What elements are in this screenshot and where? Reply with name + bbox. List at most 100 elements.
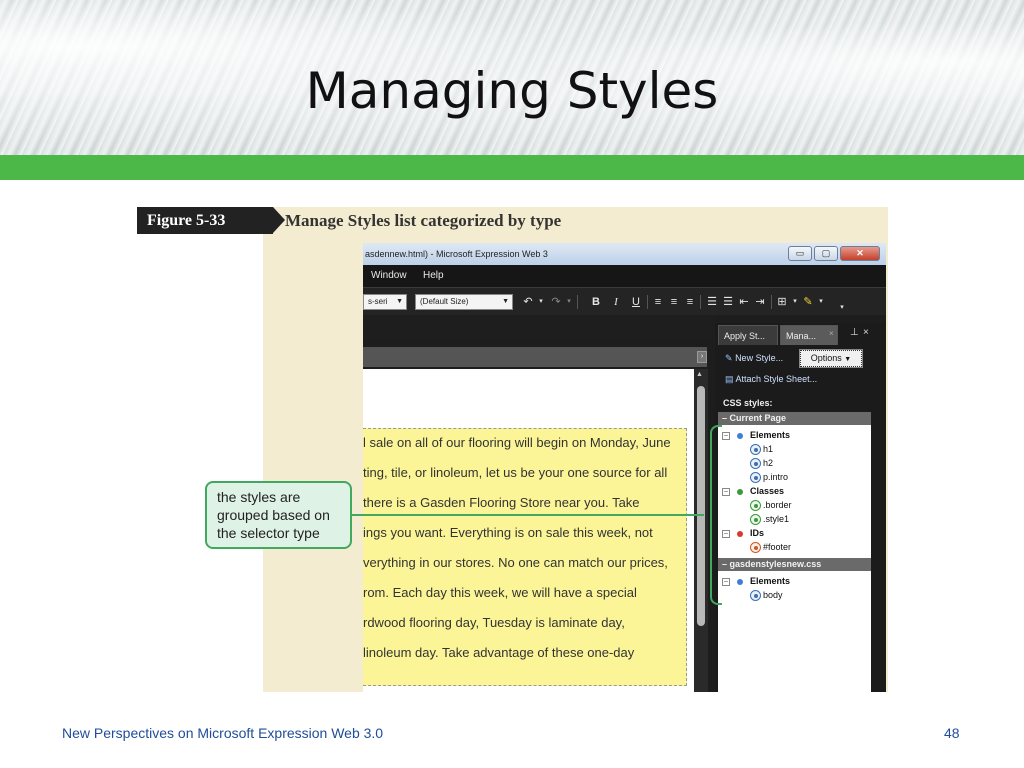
style-h2[interactable]: h2 xyxy=(763,457,773,470)
attach-sheet-icon: ▤ xyxy=(725,374,734,384)
maximize-button[interactable]: ▢ xyxy=(814,246,838,261)
collapse-toggle-icon[interactable]: – xyxy=(722,530,730,538)
borders-dropdown-icon[interactable]: ▾ xyxy=(791,294,799,310)
borders-icon[interactable]: ⊞ xyxy=(775,294,789,310)
callout-note: the styles are grouped based on the sele… xyxy=(205,481,352,549)
toolbar-separator xyxy=(647,295,648,309)
document-tab-bar xyxy=(363,347,707,367)
toolbar-separator xyxy=(700,295,701,309)
bulleted-list-icon[interactable]: ☰ xyxy=(721,294,735,310)
options-button[interactable]: Options ▼ xyxy=(799,349,863,368)
paragraph-line: l sale on all of our flooring will begin… xyxy=(363,435,671,450)
scroll-up-icon[interactable]: ▲ xyxy=(696,371,703,378)
font-family-value: s-seri xyxy=(368,297,388,306)
group-ids[interactable]: IDs xyxy=(750,527,764,540)
window-titlebar: asdennew.html) - Microsoft Expression We… xyxy=(363,243,886,265)
app-screenshot: asdennew.html) - Microsoft Expression We… xyxy=(363,243,886,692)
page-number: 48 xyxy=(944,725,960,741)
undo-dropdown-icon[interactable]: ▾ xyxy=(537,294,545,310)
undo-icon[interactable]: ↶ xyxy=(521,294,535,310)
group-classes[interactable]: Classes xyxy=(750,485,784,498)
numbered-list-icon[interactable]: ☰ xyxy=(705,294,719,310)
slide-title: Managing Styles xyxy=(305,62,719,120)
toolbar-separator xyxy=(771,295,772,309)
scrollbar-thumb[interactable] xyxy=(697,386,705,626)
style-style1[interactable]: .style1 xyxy=(763,513,789,526)
style-border[interactable]: .border xyxy=(763,499,792,512)
intro-paragraph-box[interactable]: l sale on all of our flooring will begin… xyxy=(363,428,687,686)
callout-bracket xyxy=(710,425,722,605)
tab-apply-styles[interactable]: Apply St... xyxy=(718,325,778,345)
collapse-toggle-icon[interactable]: – xyxy=(722,432,730,440)
selector-icon xyxy=(750,590,761,601)
paragraph-line: rom. Each day this week, we will have a … xyxy=(363,585,637,600)
toolbar-options-icon[interactable]: ▾ xyxy=(837,300,847,316)
figure-caption: Manage Styles list categorized by type xyxy=(285,211,562,230)
selector-icon xyxy=(750,472,761,483)
selector-icon xyxy=(750,444,761,455)
selector-icon xyxy=(750,514,761,525)
collapse-toggle-icon[interactable]: – xyxy=(722,488,730,496)
paragraph-line: rdwood flooring day, Tuesday is laminate… xyxy=(363,615,625,630)
menu-bar: Window Help xyxy=(363,265,886,287)
collapse-toggle-icon[interactable]: – xyxy=(722,578,730,586)
font-size-value: (Default Size) xyxy=(420,297,469,306)
italic-button[interactable]: I xyxy=(609,294,623,310)
figure-header: Figure 5-33 Manage Styles list categoriz… xyxy=(137,207,888,234)
highlight-dropdown-icon[interactable]: ▾ xyxy=(817,294,825,310)
menu-help[interactable]: Help xyxy=(423,265,444,287)
redo-icon[interactable]: ↷ xyxy=(549,294,563,310)
id-type-icon xyxy=(737,531,743,537)
callout-connector xyxy=(352,514,704,516)
stylesheet-header[interactable]: – gasdenstylesnew.css xyxy=(718,558,871,571)
element-type-icon xyxy=(737,433,743,439)
chevron-down-icon: ▼ xyxy=(844,356,852,363)
group-elements[interactable]: Elements xyxy=(750,429,790,442)
paragraph-line: ting, tile, or linoleum, let us be your … xyxy=(363,465,668,480)
bold-button[interactable]: B xyxy=(589,294,603,310)
tab-scroll-icon[interactable]: › xyxy=(697,351,707,363)
attach-style-sheet-link[interactable]: ▤ Attach Style Sheet... xyxy=(725,374,817,385)
minimize-button[interactable]: ▭ xyxy=(788,246,812,261)
font-size-select[interactable]: (Default Size) ▼ xyxy=(415,294,513,310)
align-center-icon[interactable]: ≡ xyxy=(667,294,681,310)
redo-dropdown-icon[interactable]: ▾ xyxy=(565,294,573,310)
decrease-indent-icon[interactable]: ⇤ xyxy=(737,294,751,310)
style-footer[interactable]: #footer xyxy=(763,541,791,554)
pin-icon[interactable]: ⊥ xyxy=(850,327,859,338)
style-p-intro[interactable]: p.intro xyxy=(763,471,788,484)
collapse-icon: – xyxy=(722,413,728,423)
paragraph-line: there is a Gasden Flooring Store near yo… xyxy=(363,495,640,510)
align-right-icon[interactable]: ≡ xyxy=(683,294,697,310)
close-icon[interactable]: × xyxy=(863,327,869,338)
current-page-header[interactable]: – Current Page xyxy=(718,412,871,425)
new-style-icon: ✎ xyxy=(725,353,733,363)
toolbar-separator xyxy=(577,295,578,309)
style-body[interactable]: body xyxy=(763,589,783,602)
selector-icon xyxy=(750,542,761,553)
css-styles-tree: – Current Page – Elements h1 h2 p.intro … xyxy=(718,412,871,692)
footer-text: New Perspectives on Microsoft Expression… xyxy=(62,725,384,741)
tab-close-icon[interactable]: × xyxy=(829,329,834,338)
new-style-link[interactable]: ✎ New Style... xyxy=(725,353,783,364)
menu-window[interactable]: Window xyxy=(371,265,407,287)
increase-indent-icon[interactable]: ⇥ xyxy=(753,294,767,310)
style-h1[interactable]: h1 xyxy=(763,443,773,456)
selector-icon xyxy=(750,458,761,469)
element-type-icon xyxy=(737,579,743,585)
highlight-icon[interactable]: ✎ xyxy=(801,294,815,310)
paragraph-line: linoleum day. Take advantage of these on… xyxy=(363,645,635,660)
css-styles-label: CSS styles: xyxy=(723,398,773,408)
chevron-down-icon: ▼ xyxy=(396,298,403,305)
title-divider-bar xyxy=(0,155,1024,180)
figure-tag-arrow xyxy=(273,207,285,233)
close-button[interactable]: ✕ xyxy=(840,246,880,261)
group-sheet-elements[interactable]: Elements xyxy=(750,575,790,588)
paragraph-line: ings you want. Everything is on sale thi… xyxy=(363,525,653,540)
font-family-select[interactable]: s-seri ▼ xyxy=(363,294,407,310)
align-left-icon[interactable]: ≡ xyxy=(651,294,665,310)
formatting-toolbar: s-seri ▼ (Default Size) ▼ ↶ ▾ ↷ ▾ B I U … xyxy=(363,287,886,315)
selector-icon xyxy=(750,500,761,511)
underline-button[interactable]: U xyxy=(629,294,643,310)
paragraph-line: verything in our stores. No one can matc… xyxy=(363,555,668,570)
